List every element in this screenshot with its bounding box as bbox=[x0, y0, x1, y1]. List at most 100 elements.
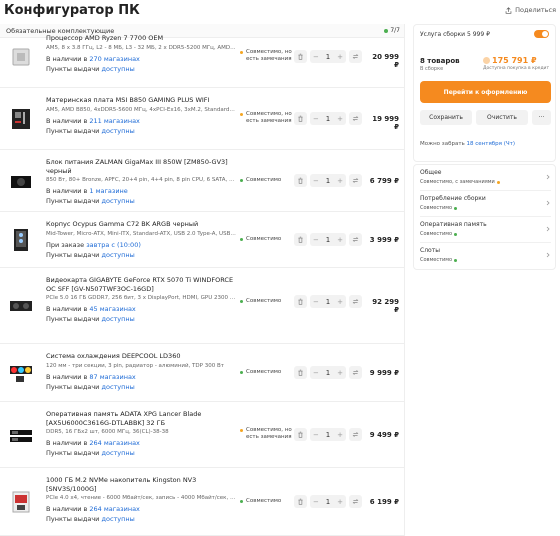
motherboard-icon bbox=[12, 109, 30, 129]
component-thumbnail[interactable] bbox=[6, 225, 36, 255]
quantity-stepper[interactable]: − 1 + bbox=[310, 366, 346, 379]
compatibility-check-row[interactable]: Общее Совместимо, с замечаниями bbox=[420, 165, 551, 191]
pickup-link[interactable]: доступны bbox=[101, 197, 134, 205]
decrease-icon[interactable]: − bbox=[313, 369, 319, 377]
quantity-stepper[interactable]: − 1 + bbox=[310, 233, 346, 246]
stock-link[interactable]: 87 магазинах bbox=[89, 373, 135, 381]
stock-link[interactable]: 264 магазинах bbox=[89, 439, 140, 447]
compatibility-check-row[interactable]: Слоты Совместимо bbox=[420, 243, 551, 269]
pickup-date-prefix: Можно забрать bbox=[420, 141, 467, 147]
assembly-service-toggle[interactable] bbox=[534, 30, 549, 38]
quantity-stepper[interactable]: − 1 + bbox=[310, 428, 346, 441]
compatibility-check-row[interactable]: Оперативная память Совместимо bbox=[420, 217, 551, 243]
component-thumbnail[interactable] bbox=[6, 42, 36, 72]
component-price: 20 999 ₽ bbox=[372, 53, 399, 69]
component-name[interactable]: Оперативная память ADATA XPG Lancer Blad… bbox=[46, 410, 236, 427]
component-thumbnail[interactable] bbox=[6, 358, 36, 388]
stock-prefix: В наличии в bbox=[46, 372, 90, 381]
component-controls: − 1 + bbox=[294, 366, 362, 379]
case-icon bbox=[14, 229, 28, 251]
component-thumbnail[interactable] bbox=[6, 420, 36, 450]
delete-button[interactable] bbox=[294, 112, 307, 125]
stock-prefix: В наличии в bbox=[46, 305, 90, 313]
replace-button[interactable] bbox=[349, 112, 362, 125]
pickup-link[interactable]: доступны bbox=[101, 383, 134, 391]
replace-button[interactable] bbox=[349, 495, 362, 508]
component-thumbnail[interactable] bbox=[6, 104, 36, 134]
component-name[interactable]: Материнская плата MSI B850 GAMING PLUS W… bbox=[46, 96, 236, 105]
increase-icon[interactable]: + bbox=[337, 236, 343, 244]
pickup-link[interactable]: доступны bbox=[101, 449, 134, 457]
quantity-stepper[interactable]: − 1 + bbox=[310, 174, 346, 187]
component-name[interactable]: Процессор AMD Ryzen 7 7700 OEM bbox=[46, 34, 236, 43]
replace-button[interactable] bbox=[349, 174, 362, 187]
stock-link[interactable]: 45 магазинах bbox=[89, 305, 135, 313]
increase-icon[interactable]: + bbox=[337, 53, 343, 61]
replace-button[interactable] bbox=[349, 428, 362, 441]
increase-icon[interactable]: + bbox=[337, 369, 343, 377]
quantity-stepper[interactable]: − 1 + bbox=[310, 112, 346, 125]
delete-button[interactable] bbox=[294, 295, 307, 308]
increase-icon[interactable]: + bbox=[337, 498, 343, 506]
decrease-icon[interactable]: − bbox=[313, 298, 319, 306]
pickup-link[interactable]: доступны bbox=[101, 127, 134, 135]
psu-icon bbox=[11, 176, 31, 188]
decrease-icon[interactable]: − bbox=[313, 177, 319, 185]
decrease-icon[interactable]: − bbox=[313, 498, 319, 506]
decrease-icon[interactable]: − bbox=[313, 115, 319, 123]
decrease-icon[interactable]: − bbox=[313, 236, 319, 244]
pickup-date-link[interactable]: 18 сентября (Чт) bbox=[467, 141, 515, 147]
component-name[interactable]: Блок питания ZALMAN GigaMax III 850W [ZM… bbox=[46, 158, 236, 175]
delete-button[interactable] bbox=[294, 233, 307, 246]
stock-link[interactable]: 270 магазинах bbox=[89, 55, 140, 63]
replace-button[interactable] bbox=[349, 233, 362, 246]
delete-button[interactable] bbox=[294, 495, 307, 508]
replace-button[interactable] bbox=[349, 295, 362, 308]
component-name[interactable]: Видеокарта GIGABYTE GeForce RTX 5070 Ti … bbox=[46, 276, 236, 293]
increase-icon[interactable]: + bbox=[337, 115, 343, 123]
compatibility-label: Совместимо bbox=[246, 177, 282, 183]
component-stock: В наличии в 211 магазинах bbox=[46, 117, 236, 125]
component-name[interactable]: Система охлаждения DEEPCOOL LD360 bbox=[46, 352, 236, 361]
compatibility-check-row[interactable]: Потребление сборки Совместимо bbox=[420, 191, 551, 217]
replace-button[interactable] bbox=[349, 366, 362, 379]
pickup-link[interactable]: доступны bbox=[101, 65, 134, 73]
save-button[interactable]: Сохранить bbox=[420, 110, 472, 125]
increase-icon[interactable]: + bbox=[337, 177, 343, 185]
increase-icon[interactable]: + bbox=[337, 298, 343, 306]
compatibility-status: Совместимо, но есть замечания bbox=[240, 49, 292, 63]
more-button[interactable]: ··· bbox=[532, 110, 551, 125]
component-price: 19 999 ₽ bbox=[372, 115, 399, 131]
checkout-button[interactable]: Перейти к оформлению bbox=[420, 81, 551, 103]
delete-button[interactable] bbox=[294, 50, 307, 63]
stock-link[interactable]: завтра с (10:00) bbox=[86, 241, 141, 249]
delete-button[interactable] bbox=[294, 428, 307, 441]
stock-link[interactable]: 211 магазинах bbox=[89, 117, 140, 125]
stock-link[interactable]: 264 магазинах bbox=[89, 505, 140, 513]
increase-icon[interactable]: + bbox=[337, 431, 343, 439]
delete-button[interactable] bbox=[294, 174, 307, 187]
delete-button[interactable] bbox=[294, 366, 307, 379]
stock-link[interactable]: 1 магазине bbox=[89, 187, 127, 195]
compatibility-dot bbox=[240, 113, 243, 116]
clear-button[interactable]: Очистить bbox=[476, 110, 528, 125]
component-pickup: Пункты выдачи доступны bbox=[46, 315, 236, 323]
component-name[interactable]: Корпус Ocypus Gamma C72 BK ARGB черный bbox=[46, 220, 236, 229]
pickup-link[interactable]: доступны bbox=[101, 315, 134, 323]
component-name[interactable]: 1000 ГБ M.2 NVMe накопитель Kingston NV3… bbox=[46, 476, 236, 493]
replace-button[interactable] bbox=[349, 50, 362, 63]
pickup-link[interactable]: доступны bbox=[101, 251, 134, 259]
pickup-link[interactable]: доступны bbox=[101, 515, 134, 523]
share-button[interactable]: Поделиться bbox=[505, 6, 556, 14]
component-price: 6 799 ₽ bbox=[369, 177, 399, 185]
component-pickup: Пункты выдачи доступны bbox=[46, 197, 236, 205]
quantity-stepper[interactable]: − 1 + bbox=[310, 295, 346, 308]
component-thumbnail[interactable] bbox=[6, 487, 36, 517]
decrease-icon[interactable]: − bbox=[313, 431, 319, 439]
component-thumbnail[interactable] bbox=[6, 291, 36, 321]
quantity-stepper[interactable]: − 1 + bbox=[310, 495, 346, 508]
decrease-icon[interactable]: − bbox=[313, 53, 319, 61]
component-thumbnail[interactable] bbox=[6, 166, 36, 196]
compatibility-status: Совместимо bbox=[240, 498, 292, 505]
quantity-stepper[interactable]: − 1 + bbox=[310, 50, 346, 63]
